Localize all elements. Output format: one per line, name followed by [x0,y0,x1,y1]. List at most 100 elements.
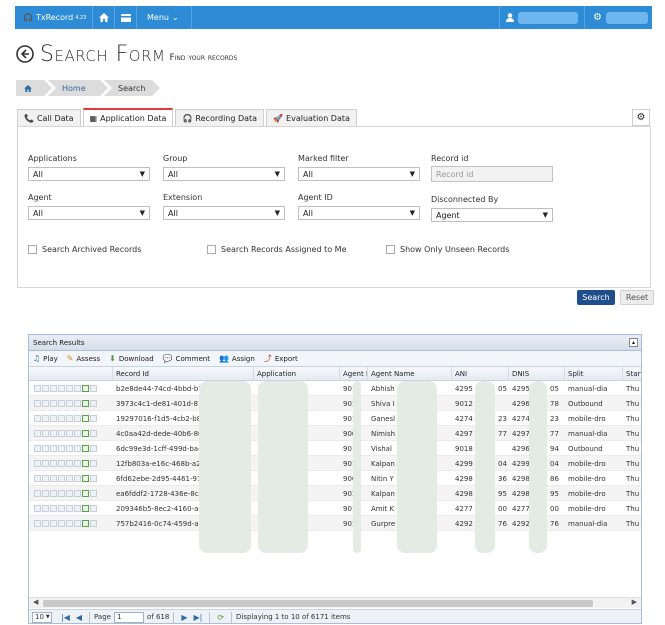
row-action-icon[interactable] [34,490,41,497]
row-action-icon[interactable] [90,505,97,512]
row-action-icon[interactable] [74,520,81,527]
row-action-icon[interactable] [34,505,41,512]
row-action-icon[interactable] [42,430,49,437]
next-page-icon[interactable]: ▶ [181,613,187,622]
group-select[interactable]: All ▼ [163,167,285,181]
row-action-icon[interactable] [66,490,73,497]
row-action-icon[interactable] [82,415,89,422]
page-size-select[interactable]: 10 ▼ [32,611,52,623]
row-action-icon[interactable] [42,460,49,467]
home-nav-button[interactable] [93,6,115,29]
row-action-icon[interactable] [34,445,41,452]
comment-button[interactable]: 💬 Comment [163,354,210,363]
row-action-icon[interactable] [58,490,65,497]
row-action-icon[interactable] [74,475,81,482]
assign-button[interactable]: 👥 Assign [219,354,255,363]
column-ani[interactable]: ANI [452,367,509,381]
row-action-icon[interactable] [50,430,57,437]
column-split[interactable]: Split [565,367,623,381]
agent-select[interactable]: All ▼ [28,206,150,220]
reset-button[interactable]: Reset [620,290,654,305]
row-action-icon[interactable] [74,445,81,452]
row-action-icon[interactable] [82,385,89,392]
first-page-icon[interactable]: |◀ [61,613,70,622]
row-action-icon[interactable] [50,445,57,452]
row-action-icon[interactable] [58,475,65,482]
column-dnis[interactable]: DNIS [509,367,565,381]
back-circle-icon[interactable] [16,45,34,63]
breadcrumb-home-icon-item[interactable] [16,80,52,96]
column-agent-id[interactable]: Agent Id [340,367,368,381]
checkbox-box[interactable] [386,245,395,254]
search-assigned-checkbox[interactable]: Search Records Assigned to Me [207,245,347,254]
settings-menu[interactable]: ⚙ [584,6,652,29]
row-action-icon[interactable] [90,385,97,392]
row-action-icon[interactable] [34,520,41,527]
user-menu[interactable] [499,6,584,29]
row-action-icon[interactable] [50,505,57,512]
row-action-icon[interactable] [82,475,89,482]
column-record-id[interactable]: Record Id [113,367,254,381]
table-row[interactable]: 757b2416-0c74-459d-a8d2-c 901 Gurpre 4292 76… [29,516,641,531]
row-action-icon[interactable] [90,415,97,422]
row-action-icon[interactable] [34,385,41,392]
row-action-icon[interactable] [50,385,57,392]
show-unseen-checkbox[interactable]: Show Only Unseen Records [386,245,509,254]
collapse-panel-button[interactable]: ▴ [629,338,638,347]
row-action-icon[interactable] [66,385,73,392]
row-action-icon[interactable] [34,415,41,422]
row-action-icon[interactable] [66,445,73,452]
row-action-icon[interactable] [66,415,73,422]
row-action-icon[interactable] [66,430,73,437]
table-row[interactable]: 4c0aa42d-dede-40b6-8009- 900 Nimish 4297 77 4… [29,426,641,441]
scroll-left-icon[interactable]: ◀ [33,598,38,606]
row-action-icon[interactable] [66,505,73,512]
row-action-icon[interactable] [82,430,89,437]
column-start[interactable]: Start [623,367,641,381]
row-action-icon[interactable] [34,460,41,467]
row-action-icon[interactable] [58,460,65,467]
column-agent-name[interactable]: Agent Name [368,367,452,381]
download-button[interactable]: ⬇ Download [109,354,154,363]
row-action-icon[interactable] [42,475,49,482]
last-page-icon[interactable]: ▶| [193,613,202,622]
table-row[interactable]: b2e8de44-74cd-4bbd-b72d- 901 Abhish 4295 05 4… [29,381,641,396]
checkbox-box[interactable] [207,245,216,254]
row-action-icon[interactable] [42,400,49,407]
row-action-icon[interactable] [42,385,49,392]
row-action-icon[interactable] [50,415,57,422]
scrollbar-thumb[interactable] [43,600,593,607]
table-row[interactable]: ea6fddf2-1728-436e-8c0e-b 901 Kalpan 4298 95… [29,486,641,501]
page-number-input[interactable]: 1 [113,611,144,623]
table-row[interactable]: 12fb803a-e16c-468b-a242-2 901 Kalpan 4299 04… [29,456,641,471]
breadcrumb-home[interactable]: Home [48,80,108,96]
refresh-icon[interactable]: ⟳ [217,613,224,622]
row-action-icon[interactable] [66,475,73,482]
disconnected-by-select[interactable]: Agent ▼ [431,208,553,222]
row-action-icon[interactable] [82,400,89,407]
row-action-icon[interactable] [90,490,97,497]
row-action-icon[interactable] [50,475,57,482]
row-action-icon[interactable] [74,460,81,467]
row-action-icon[interactable] [34,400,41,407]
row-action-icon[interactable] [74,385,81,392]
tab-evaluation-data[interactable]: 🚀 Evaluation Data [266,109,357,126]
table-row[interactable]: 19297016-f1d5-4cb2-b8ee-9 901 Ganesl 4274 23… [29,411,641,426]
tab-application-data[interactable]: ▦ Application Data [82,108,174,126]
extension-select[interactable]: All ▼ [163,206,285,220]
row-action-icon[interactable] [42,415,49,422]
row-action-icon[interactable] [74,505,81,512]
table-row[interactable]: 209346b5-8ec2-4160-a1a9-c 901 Amit K 4277 00… [29,501,641,516]
record-id-input[interactable]: Record id [431,166,553,182]
play-button[interactable]: ♫ Play [33,354,58,363]
row-action-icon[interactable] [42,505,49,512]
tab-recording-data[interactable]: 🎧 Recording Data [175,109,265,126]
row-action-icon[interactable] [58,385,65,392]
horizontal-scrollbar[interactable]: ◀ ▶ [29,597,641,608]
row-action-icon[interactable] [74,490,81,497]
row-action-icon[interactable] [90,445,97,452]
row-action-icon[interactable] [58,430,65,437]
row-action-icon[interactable] [66,400,73,407]
row-action-icon[interactable] [66,460,73,467]
row-action-icon[interactable] [58,520,65,527]
